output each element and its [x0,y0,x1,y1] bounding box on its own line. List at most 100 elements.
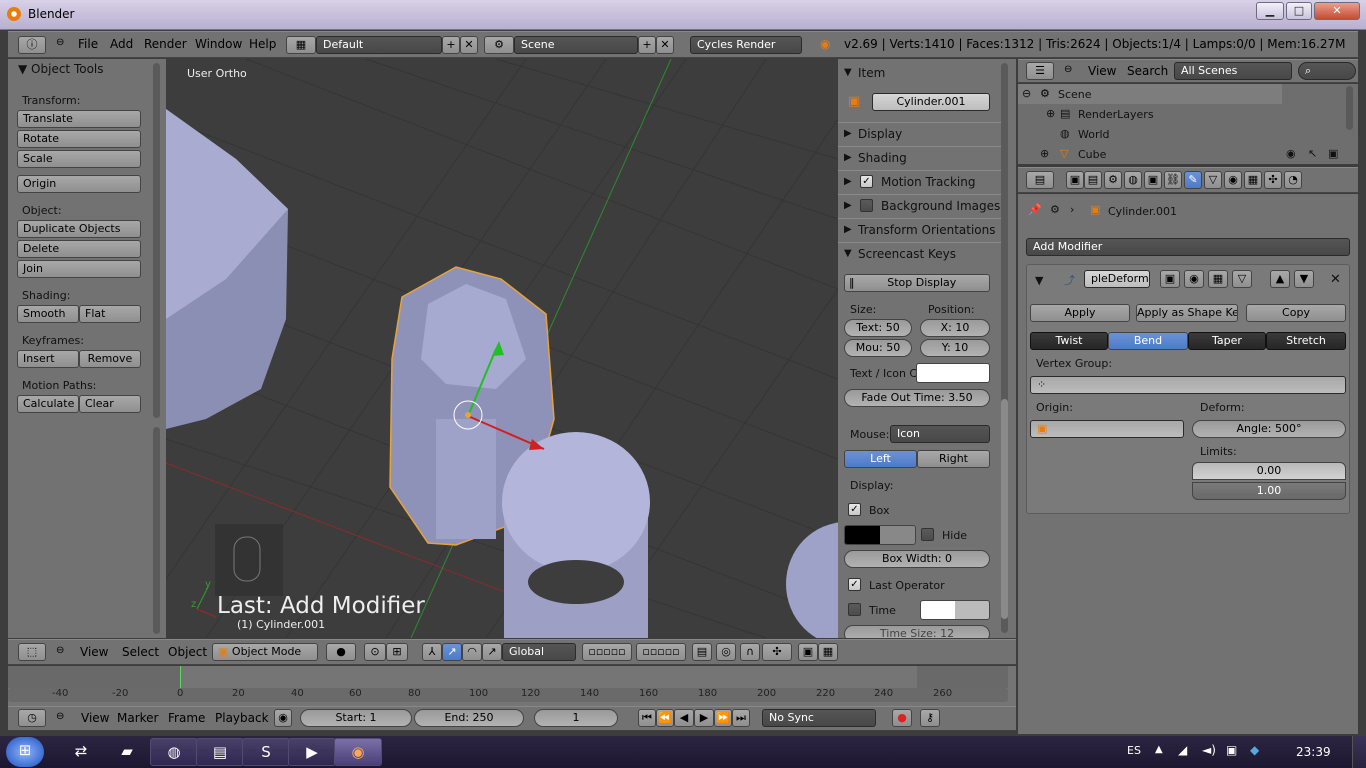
menu-view[interactable]: View [1088,64,1116,78]
modifiers-tab-icon[interactable]: ✎ [1184,171,1202,189]
rotate-manipulator-button[interactable]: ◠ [462,643,482,661]
particles-tab-icon[interactable]: ✣ [1264,171,1282,189]
collapse-modifier-icon[interactable]: ▼ [1035,274,1043,287]
tool-shelf-title[interactable]: ▼ Object Tools [18,62,104,76]
collapse-icon[interactable]: ⊖ [56,37,64,48]
display-mode-select[interactable]: All Scenes [1174,62,1292,80]
delete-button[interactable]: Delete [17,240,141,258]
menu-render[interactable]: Render [144,37,187,51]
motion-tracking-section-header[interactable]: ▶ ✓ Motion Tracking [838,170,1008,192]
start-button[interactable]: ⊞ [6,737,44,767]
editor-type-button[interactable]: ☰ [1026,62,1054,80]
texture-tab-icon[interactable]: ▦ [1244,171,1262,189]
viewport-shading-select[interactable]: ● [326,643,356,661]
lock-camera-icon[interactable]: ▤ [692,643,712,661]
maximize-button[interactable]: □ [1286,2,1312,20]
smooth-button[interactable]: Smooth [17,305,79,323]
move-up-icon[interactable]: ▲ [1270,270,1290,288]
taskbar-app-media-player[interactable]: ▶ [288,738,336,766]
add-modifier-select[interactable]: Add Modifier [1026,238,1350,256]
fade-out-time-field[interactable]: Fade Out Time: 3.50 [844,389,990,407]
object-tab-icon[interactable]: ▣ [1144,171,1162,189]
use-preview-range-icon[interactable]: ◉ [274,709,292,727]
outliner-item-renderlayers[interactable]: RenderLayers [1078,108,1154,121]
pin-icon[interactable]: 📌 [1028,203,1042,216]
editor-type-button[interactable]: ⓘ [18,36,46,54]
layout-field[interactable]: Default [316,36,442,54]
current-frame-field[interactable]: 1 [534,709,618,727]
time-checkbox[interactable] [848,603,861,616]
box-width-field[interactable]: Box Width: 0 [844,550,990,568]
play-icon[interactable]: ▶ [694,709,714,727]
remove-keyframe-button[interactable]: Remove [79,350,141,368]
visibility-eye-icon[interactable]: ◉ [1286,147,1296,160]
timeline-area[interactable]: -40 -20 0 20 40 60 80 100 120 140 160 18… [8,666,1016,706]
menu-view[interactable]: View [80,645,108,659]
collapse-icon[interactable]: ⊖ [56,645,64,656]
duplicate-objects-button[interactable]: Duplicate Objects [17,220,141,238]
scene-field[interactable]: Scene [514,36,638,54]
scale-button[interactable]: Scale [17,150,141,168]
menu-frame[interactable]: Frame [168,711,205,725]
last-operator-checkbox[interactable]: ✓ [848,578,861,591]
vertex-group-field[interactable]: ⁘ [1030,376,1346,394]
translate-button[interactable]: Translate [17,110,141,128]
outliner-item-scene[interactable]: Scene [1058,88,1092,101]
menu-object[interactable]: Object [168,645,207,659]
show-viewport-eye-icon[interactable]: ◉ [1184,270,1204,288]
render-animation-icon[interactable]: ▦ [818,643,838,661]
stop-display-button[interactable]: ‖ Stop Display [844,274,990,292]
collapse-icon[interactable]: ⊖ [56,711,64,722]
tool-shelf-lower-scrollbar[interactable] [153,427,160,634]
sphere-mesh[interactable] [786,522,838,638]
network-icon[interactable]: ◢ [1178,743,1187,757]
collapse-icon[interactable]: ⊖ [1064,64,1072,75]
add-layout-icon[interactable]: + [442,36,460,54]
manipulator-toggle[interactable]: ⅄ [422,643,442,661]
join-button[interactable]: Join [17,260,141,278]
constraints-tab-icon[interactable]: ⛓ [1164,171,1182,189]
bend-mode-button[interactable]: Bend [1108,332,1188,350]
clock[interactable]: 23:39 [1296,745,1331,759]
display-section-header[interactable]: ▶ Display [838,122,1008,144]
render-tab-icon[interactable]: ▣ [1066,171,1084,189]
menu-window[interactable]: Window [195,37,242,51]
box-checkbox[interactable]: ✓ [848,503,861,516]
expand-arrow-icon[interactable]: ⊖ [1022,87,1031,100]
angle-field[interactable]: Angle: 500° [1192,420,1346,438]
position-y-field[interactable]: Y: 10 [920,339,990,357]
scene-icon[interactable]: ⚙ [484,36,514,54]
keying-set-icon[interactable]: ⚷ [920,709,940,727]
menu-playback[interactable]: Playback [215,711,269,725]
taskbar-app-chrome[interactable]: ◍ [150,738,198,766]
copy-button[interactable]: Copy [1246,304,1346,322]
screen-layout-icon[interactable]: ▦ [286,36,316,54]
mouse-mode-select[interactable]: Icon [890,425,990,443]
left-button[interactable]: Left [844,450,917,468]
menu-add[interactable]: Add [110,37,133,51]
origin-object-field[interactable]: ▣ [1030,420,1184,438]
move-down-icon[interactable]: ▼ [1294,270,1314,288]
outliner-item-cube[interactable]: Cube [1078,148,1106,161]
apply-as-shape-key-button[interactable]: Apply as Shape Key [1136,304,1238,322]
proportional-edit-icon[interactable]: ◎ [716,643,736,661]
time-size-field[interactable]: Time Size: 12 [844,625,990,638]
play-reverse-icon[interactable]: ◀ [674,709,694,727]
show-hidden-icons-icon[interactable]: ▲ [1155,744,1163,755]
render-layers-tab-icon[interactable]: ▤ [1084,171,1102,189]
background-images-section-header[interactable]: ▶ Background Images [838,194,1008,216]
right-button[interactable]: Right [917,450,990,468]
expand-arrow-icon[interactable]: ⊕ [1040,147,1049,160]
physics-tab-icon[interactable]: ◔ [1284,171,1302,189]
current-frame-indicator[interactable] [180,666,181,688]
outliner-tree[interactable]: ⊖ ⚙ Scene ⊕ ▤ RenderLayers ◍ World ⊕ ▽ C… [1018,84,1358,164]
expand-arrow-icon[interactable]: ⊕ [1046,107,1055,120]
mouse-size-field[interactable]: Mou: 50 [844,339,912,357]
origin-button[interactable]: Origin [17,175,141,193]
stretch-mode-button[interactable]: Stretch [1266,332,1346,350]
menu-view[interactable]: View [81,711,109,725]
start-frame-field[interactable]: Start: 1 [300,709,412,727]
volume-icon[interactable]: ◄) [1202,743,1216,757]
world-tab-icon[interactable]: ◍ [1124,171,1142,189]
limit-selection-toggle[interactable]: ⊞ [386,643,408,661]
